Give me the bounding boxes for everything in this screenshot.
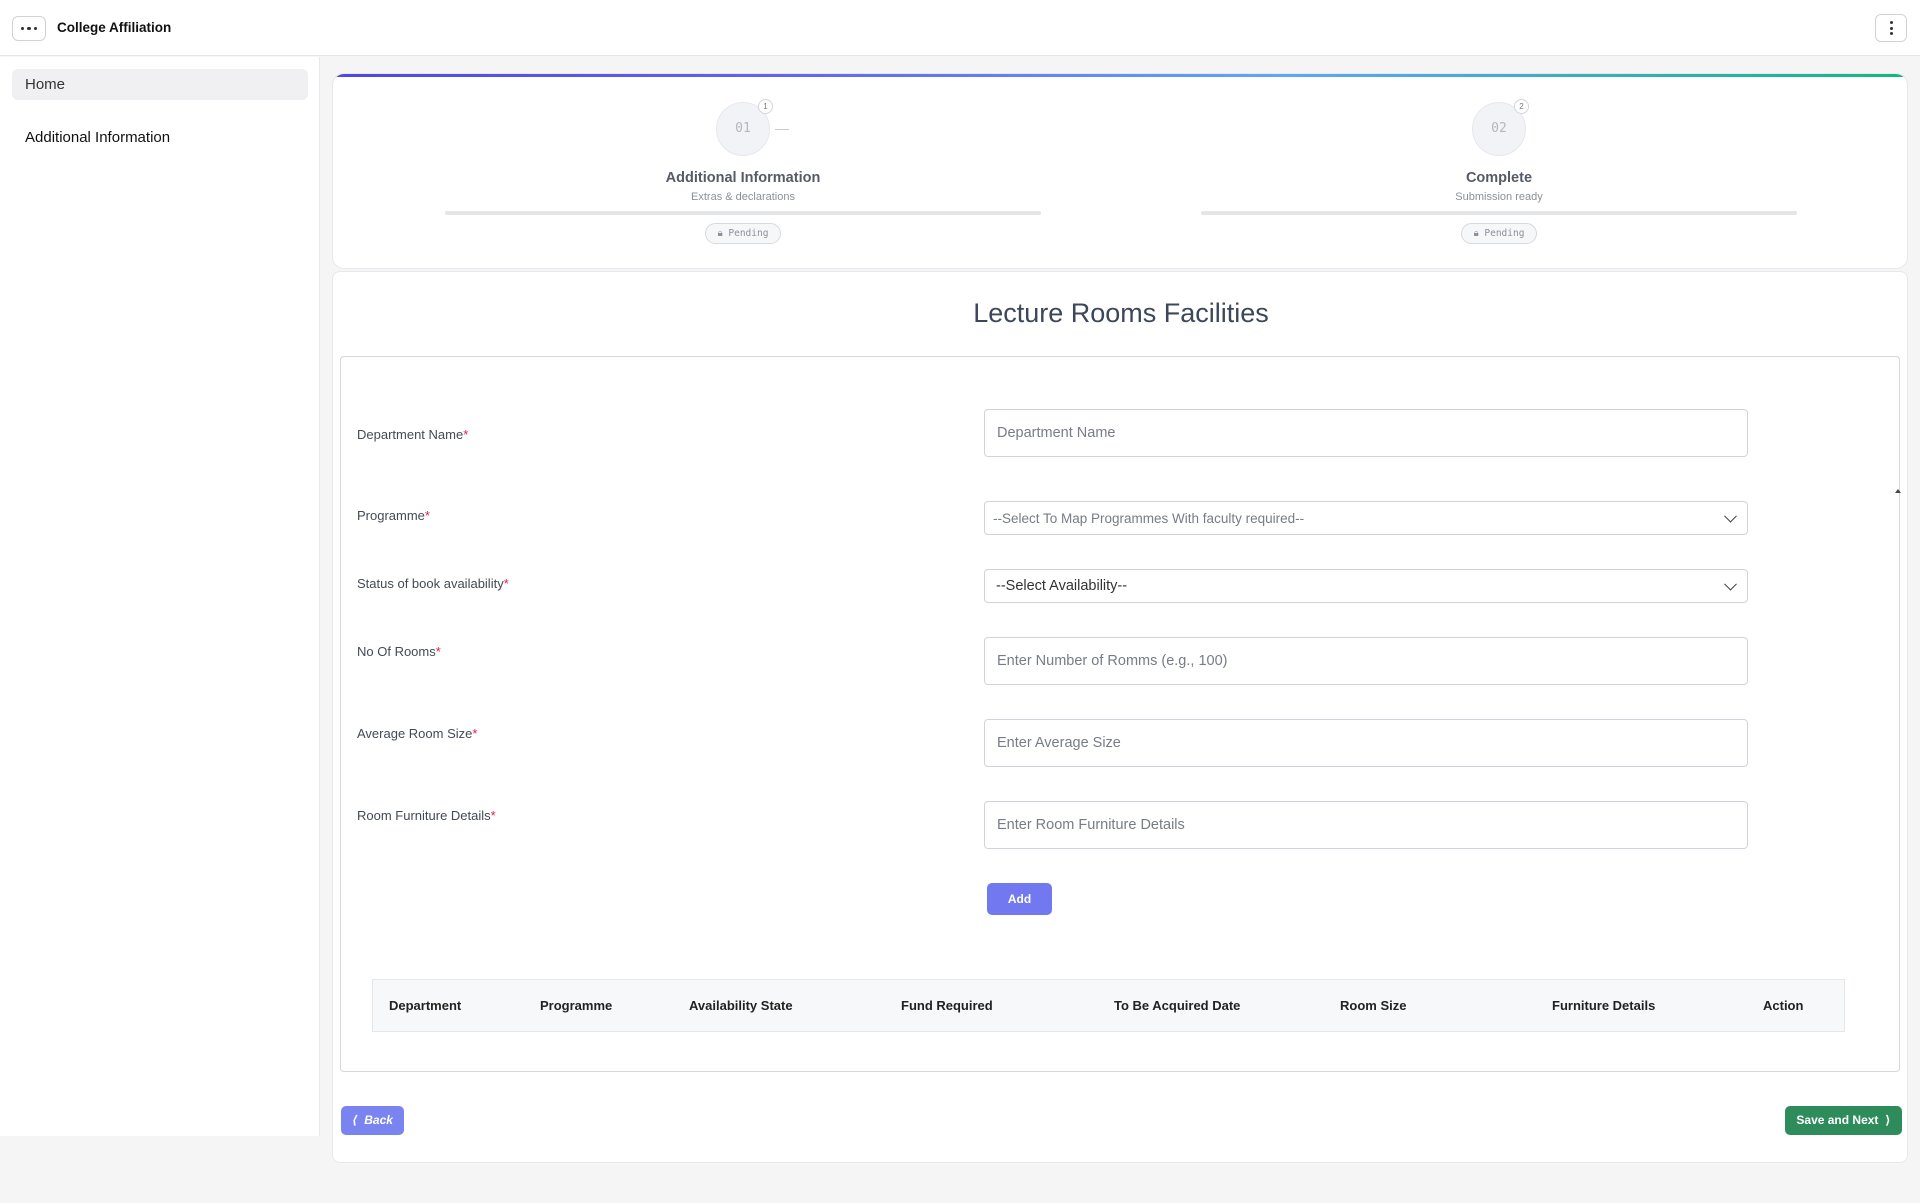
department-name-placeholder: Department Name (997, 425, 1116, 441)
availability-select[interactable]: --Select Availability-- (984, 569, 1748, 603)
book-availability-label-text: Status of book availability (357, 576, 504, 591)
no-of-rooms-input[interactable]: Enter Number of Romms (e.g., 100) (984, 637, 1748, 685)
average-room-size-label: Average Room Size* (357, 726, 477, 741)
step-additional-information[interactable]: 01 1 Additional Information Extras & dec… (443, 74, 1043, 268)
programme-select-value: --Select To Map Programmes With faculty … (993, 510, 1305, 526)
required-mark: * (472, 726, 478, 741)
required-mark: * (463, 427, 469, 442)
step-title: Additional Information (665, 170, 821, 186)
step-subtitle: Extras & declarations (691, 191, 795, 203)
required-mark: * (490, 808, 496, 823)
options-menu-button[interactable] (1875, 14, 1907, 42)
department-name-label-text: Department Name (357, 427, 464, 442)
department-name-label: Department Name* (357, 427, 468, 442)
more-menu-button[interactable] (12, 16, 46, 41)
average-room-size-label-text: Average Room Size (357, 726, 473, 741)
column-header-room-size: Room Size (1340, 998, 1407, 1013)
room-furniture-details-placeholder: Enter Room Furniture Details (997, 817, 1185, 833)
scroll-up-icon[interactable] (1895, 489, 1901, 493)
step-badge: 2 (1514, 99, 1529, 114)
save-and-next-button[interactable]: Save and Next ⟩ (1785, 1106, 1902, 1135)
column-header-programme: Programme (540, 998, 613, 1013)
step-status-badge: 🔒︎ Pending (1461, 223, 1537, 244)
step-complete[interactable]: 02 2 Complete Submission ready 🔒︎ Pendin… (1199, 74, 1799, 268)
room-furniture-details-label-text: Room Furniture Details (357, 808, 491, 823)
chevron-right-icon: ⟩ (1885, 1113, 1891, 1127)
sidebar-item-additional-information[interactable]: Additional Information (25, 129, 170, 146)
step-progress-track (445, 211, 1041, 215)
chevron-down-icon (1724, 577, 1737, 591)
add-button[interactable]: Add (987, 883, 1052, 915)
programme-select[interactable]: --Select To Map Programmes With faculty … (984, 501, 1748, 535)
room-furniture-details-label: Room Furniture Details* (357, 808, 496, 823)
programme-label: Programme* (357, 508, 430, 523)
required-mark: * (503, 576, 509, 591)
column-header-action: Action (1763, 998, 1804, 1013)
book-availability-label: Status of book availability* (357, 576, 509, 591)
step-badge: 1 (758, 99, 773, 114)
no-of-rooms-placeholder: Enter Number of Romms (e.g., 100) (997, 653, 1228, 669)
required-mark: * (435, 644, 441, 659)
save-and-next-label: Save and Next (1796, 1113, 1879, 1127)
more-vertical-icon-dot (1889, 32, 1893, 35)
more-horizontal-icon-dot (33, 26, 38, 31)
column-header-availability-state: Availability State (689, 998, 793, 1013)
no-of-rooms-label: No Of Rooms* (357, 644, 441, 659)
average-room-size-input[interactable]: Enter Average Size (984, 719, 1748, 767)
more-horizontal-icon (20, 26, 25, 31)
sidebar-item-home[interactable]: Home (12, 69, 308, 100)
lock-icon: 🔒︎ (717, 228, 723, 239)
chevron-down-icon (1724, 509, 1737, 523)
lecture-rooms-form: Department Name* Department Name Program… (340, 356, 1900, 1072)
column-header-furniture-details: Furniture Details (1552, 998, 1656, 1013)
back-button[interactable]: ⟨ Back (341, 1106, 404, 1135)
more-vertical-icon (1889, 21, 1893, 24)
progress-stepper: 01 1 Additional Information Extras & dec… (332, 73, 1908, 269)
average-room-size-placeholder: Enter Average Size (997, 735, 1121, 751)
more-vertical-icon-dot (1889, 26, 1893, 30)
department-name-input[interactable]: Department Name (984, 409, 1748, 457)
column-header-department: Department (389, 998, 462, 1013)
column-header-fund-required: Fund Required (901, 998, 993, 1013)
step-status-text: Pending (1484, 228, 1525, 239)
no-of-rooms-label-text: No Of Rooms (357, 644, 436, 659)
programme-label-text: Programme (357, 508, 425, 523)
step-status-badge: 🔒︎ Pending (705, 223, 781, 244)
step-status-text: Pending (728, 228, 769, 239)
main-card: Lecture Rooms Facilities Department Name… (332, 271, 1908, 1163)
column-header-to-be-acquired-date: To Be Acquired Date (1114, 998, 1241, 1013)
step-connector (775, 129, 789, 130)
step-progress-track (1201, 211, 1797, 215)
required-mark: * (424, 508, 430, 523)
page-title: Lecture Rooms Facilities (973, 298, 1269, 328)
table-header: Department Programme Availability State … (372, 979, 1845, 1032)
more-horizontal-icon-dot (27, 26, 31, 31)
lock-icon: 🔒︎ (1473, 228, 1479, 239)
top-bar: College Affiliation (0, 0, 1920, 56)
room-furniture-details-input[interactable]: Enter Room Furniture Details (984, 801, 1748, 849)
back-button-label: Back (364, 1113, 393, 1127)
sidebar: Home Additional Information (0, 57, 320, 1136)
step-title: Complete (1465, 170, 1533, 186)
step-subtitle: Submission ready (1455, 191, 1543, 203)
app-title: College Affiliation (57, 20, 172, 35)
chevron-left-icon: ⟨ (352, 1113, 358, 1127)
availability-select-value: --Select Availability-- (996, 578, 1128, 594)
